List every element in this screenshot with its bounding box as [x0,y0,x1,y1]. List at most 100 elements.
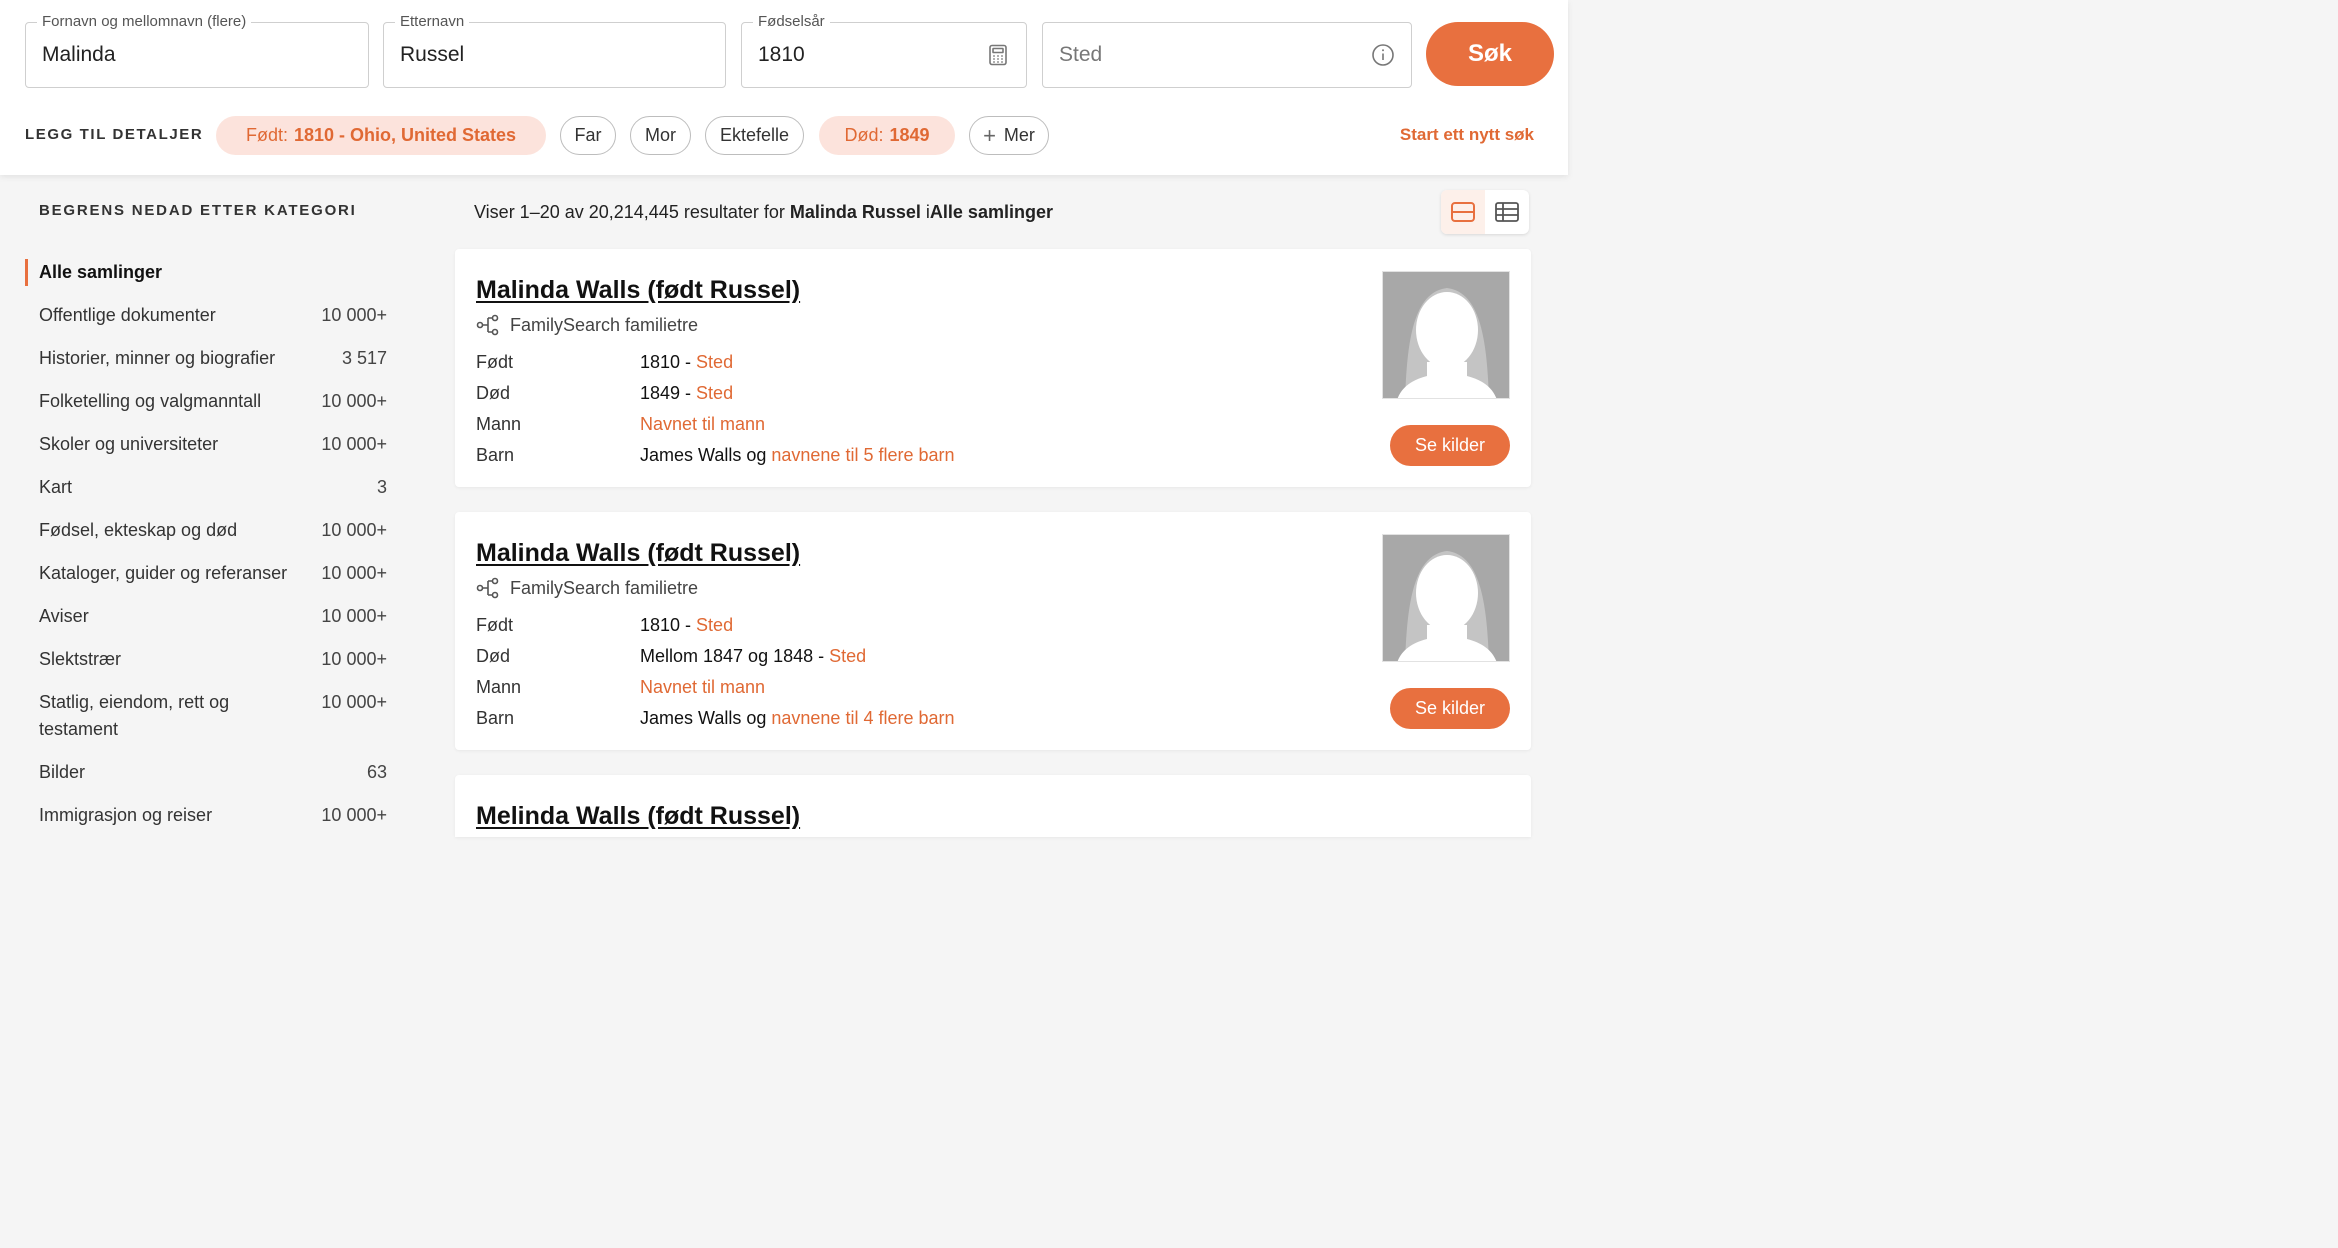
born-value: 1810 - Sted [640,613,733,637]
category-name: Skoler og universiteter [39,434,219,454]
death-date: Mellom 1847 og 1848 - [640,646,830,666]
category-count: 10 000+ [321,305,387,325]
born-label: Født [476,352,514,372]
death-label: Død [476,383,511,403]
death-value: Mellom 1847 og 1848 - Sted [640,644,866,668]
category-name: Slektstrær [39,649,122,669]
category-sidebar: BEGRENS NEDAD ETTER KATEGORI Alle samlin… [0,175,430,837]
result-source: FamilySearch familietre [476,313,698,337]
spouse-link[interactable]: Navnet til mann [640,412,765,436]
more-chip[interactable]: + Mer [969,116,1049,155]
category-name: Bilder [39,762,86,782]
table-view-icon [1495,202,1519,222]
children-named: James Walls og [640,708,772,728]
more-children-link[interactable]: navnene til 5 flere barn [771,445,954,465]
born-place-link[interactable]: Sted [696,615,733,635]
summary-prefix: Viser 1–20 av 20,214,445 resultater for [474,202,790,222]
born-date: 1810 - [640,352,697,372]
family-tree-icon [476,314,499,336]
born-chip-prefix: Født: [245,125,288,145]
result-card: Malinda Walls (født Russel) FamilySearch… [455,512,1531,750]
category-name: Folketelling og valgmanntall [39,391,262,411]
table-view-button[interactable] [1485,190,1529,234]
category-count: 10 000+ [321,391,387,411]
view-sources-button[interactable]: Se kilder [1390,688,1510,729]
spouse-link[interactable]: Navnet til mann [640,675,765,699]
info-icon[interactable] [1371,43,1395,67]
results-summary: Viser 1–20 av 20,214,445 resultater for … [474,202,1053,223]
children-named: James Walls og [640,445,772,465]
children-value: James Walls og navnene til 4 flere barn [640,706,955,730]
category-name: Aviser [39,606,89,626]
category-name: Kataloger, guider og referanser [39,563,288,583]
category-name: Immigrasjon og reiser [39,805,213,825]
result-source-label: FamilySearch familietre [510,314,699,335]
death-label: Død [476,646,511,666]
category-count: 10 000+ [321,606,387,626]
category-count: 10 000+ [321,520,387,540]
plus-icon: + [983,122,996,148]
sidebar-title: BEGRENS NEDAD ETTER KATEGORI [39,202,357,219]
view-sources-button[interactable]: Se kilder [1390,425,1510,466]
start-new-search-link[interactable]: Start ett nytt søk [1400,125,1534,145]
birth-year-value[interactable]: 1810 [758,23,805,87]
female-silhouette-icon [1383,272,1509,398]
father-chip[interactable]: Far [560,116,616,155]
children-value: James Walls og navnene til 5 flere barn [640,443,955,467]
summary-mid: i [920,202,930,222]
category-count: 3 [376,477,387,497]
death-place-link[interactable]: Sted [696,383,733,403]
result-source-label: FamilySearch familietre [510,577,699,598]
born-date: 1810 - [640,615,697,635]
summary-collection: Alle samlinger [929,202,1053,222]
more-children-link[interactable]: navnene til 4 flere barn [771,708,954,728]
children-label: Barn [476,445,515,465]
born-place-link[interactable]: Sted [696,352,733,372]
category-name: Kart [39,477,73,497]
calculator-icon[interactable] [986,43,1010,67]
first-name-value[interactable]: Malinda [42,23,116,87]
category-count: 63 [366,762,387,782]
search-button[interactable]: Søk [1426,22,1554,86]
born-value: 1810 - Sted [640,350,733,374]
result-card: Melinda Walls (født Russel) [455,775,1531,837]
birth-year-field[interactable]: Fødselsår 1810 [741,13,1027,88]
place-field[interactable]: Sted [1042,22,1412,88]
card-view-button[interactable] [1441,190,1485,234]
spouse-label: Mann [476,414,522,434]
category-name: Historier, minner og biografier [39,348,276,368]
family-tree-icon [476,577,499,599]
death-date: 1849 - [640,383,697,403]
place-placeholder[interactable]: Sted [1059,23,1102,87]
category-name: Statlig, eiendom, rett og testament [39,692,230,739]
last-name-value[interactable]: Russel [400,23,464,87]
category-count: 3 517 [341,348,387,368]
spouse-chip[interactable]: Ektefelle [705,116,804,155]
born-label: Født [476,615,514,635]
last-name-field[interactable]: Etternavn Russel [383,13,726,88]
avatar [1382,271,1510,399]
mother-chip[interactable]: Mor [630,116,691,155]
avatar [1382,534,1510,662]
result-name-link[interactable]: Melinda Walls (født Russel) [476,802,800,831]
category-all-collections[interactable]: Alle samlinger [25,259,395,286]
death-chip[interactable]: Død: 1849 [819,116,955,155]
add-details-label: LEGG TIL DETALJER [25,126,204,143]
born-chip[interactable]: Født: 1810 - Ohio, United States [216,116,546,155]
female-silhouette-icon [1383,535,1509,661]
search-header: Fornavn og mellomnavn (flere) Malinda Et… [0,0,1568,175]
first-name-field[interactable]: Fornavn og mellomnavn (flere) Malinda [25,13,369,88]
category-count: 10 000+ [321,434,387,454]
result-name-link[interactable]: Malinda Walls (født Russel) [476,276,800,305]
result-source: FamilySearch familietre [476,576,698,600]
children-label: Barn [476,708,515,728]
card-view-icon [1451,202,1475,222]
result-card: Malinda Walls (født Russel) FamilySearch… [455,249,1531,487]
category-count: 10 000+ [321,692,387,712]
view-toggle [1441,190,1529,234]
death-place-link[interactable]: Sted [829,646,866,666]
category-count: 10 000+ [321,805,387,825]
death-chip-value: 1849 [889,125,930,145]
result-name-link[interactable]: Malinda Walls (født Russel) [476,539,800,568]
more-chip-label: Mer [1003,125,1035,145]
